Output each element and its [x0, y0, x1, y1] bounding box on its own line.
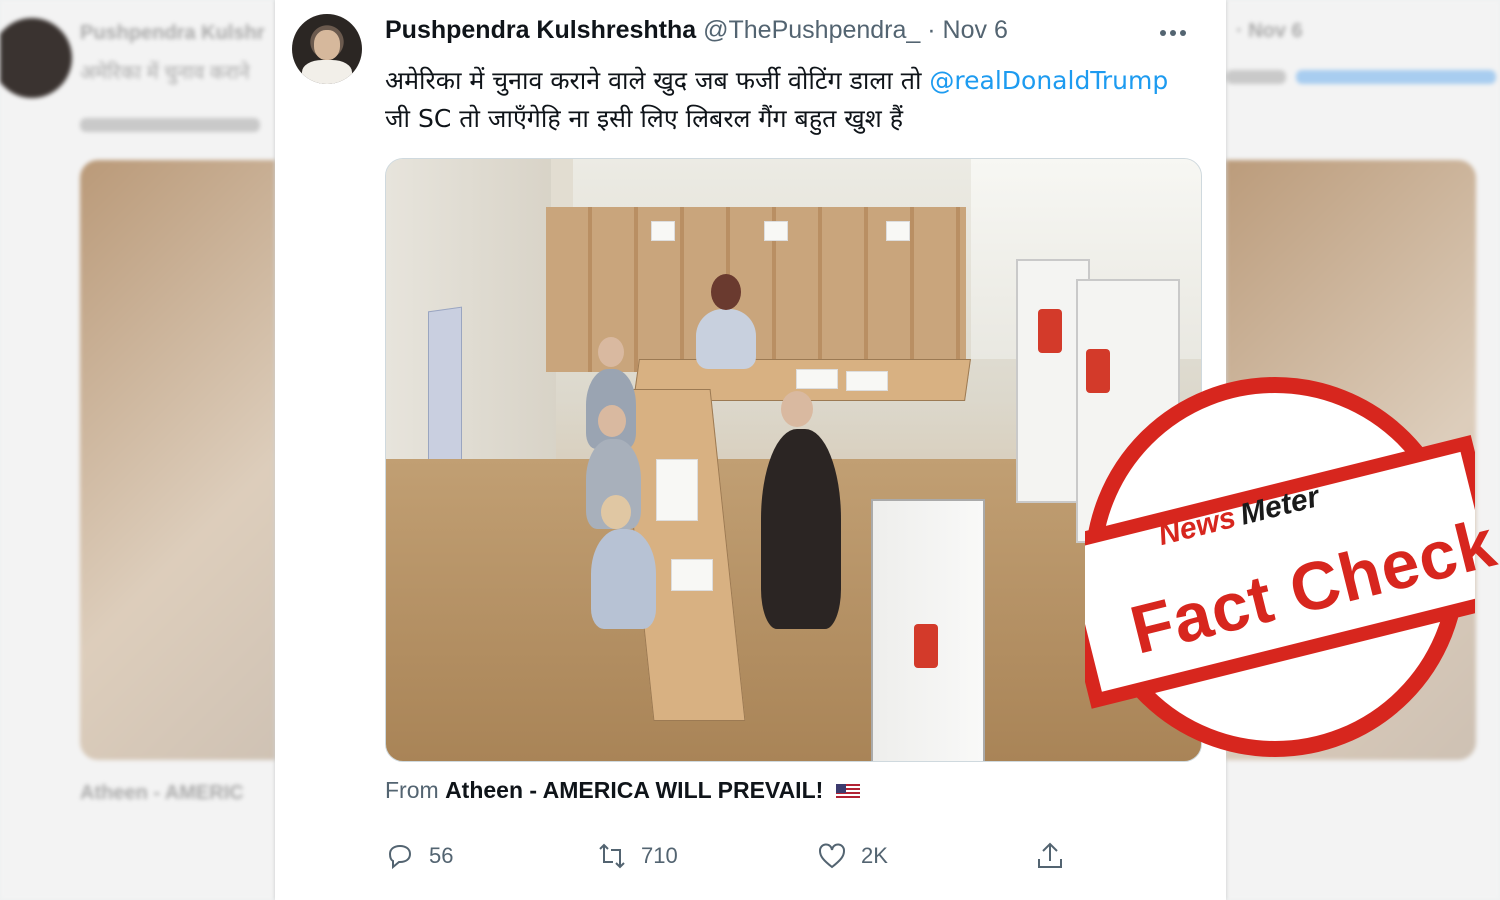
- person: [696, 309, 756, 369]
- author-name[interactable]: Pushpendra Kulshreshtha: [385, 16, 696, 44]
- tweet-actions: 56 710 2K: [385, 838, 1185, 878]
- retweet-button[interactable]: 710: [597, 838, 678, 874]
- source-prefix: From: [385, 777, 439, 803]
- tweet-header: Pushpendra Kulshreshtha @ThePushpendra_ …: [385, 16, 1008, 45]
- share-button[interactable]: [1035, 838, 1065, 874]
- background-text-line: [1226, 70, 1286, 84]
- mention-link[interactable]: @realDonaldTrump: [929, 66, 1168, 95]
- tweet-text: अमेरिका में चुनाव कराने वाले खुद जब फर्ज…: [385, 62, 1185, 138]
- background-tweet-text: अमेरिका में चुनाव कराने: [80, 62, 250, 84]
- reply-count: 56: [429, 843, 454, 868]
- source-account[interactable]: Atheen - AMERICA WILL PREVAIL!: [445, 777, 823, 803]
- tweet-card[interactable]: Pushpendra Kulshreshtha @ThePushpendra_ …: [275, 0, 1226, 900]
- author-handle[interactable]: @ThePushpendra_: [703, 16, 920, 44]
- tweet-date[interactable]: Nov 6: [943, 16, 1008, 44]
- person: [591, 529, 656, 629]
- us-flag-icon: [835, 783, 860, 800]
- background-date-text: · Nov 6: [1236, 20, 1303, 42]
- like-count: 2K: [861, 843, 888, 868]
- share-icon: [1035, 841, 1065, 871]
- person-voter: [761, 429, 841, 629]
- background-text-line: [80, 118, 260, 132]
- background-avatar: [0, 18, 72, 98]
- background-tweet-left: Pushpendra Kulshr अमेरिका में चुनाव करान…: [0, 0, 275, 900]
- more-horizontal-icon[interactable]: [1159, 18, 1187, 44]
- background-author-text: Pushpendra Kulshr: [80, 22, 265, 44]
- tweet-text-part2: जी SC तो जाएँगेहि ना इसी लिए लिबरल गैंग …: [385, 104, 903, 133]
- fact-check-stamp: NewsMeter Fact Check: [1049, 372, 1500, 762]
- background-media: [80, 160, 275, 760]
- video-source: From Atheen - AMERICA WILL PREVAIL!: [385, 777, 860, 804]
- retweet-icon: [597, 841, 627, 871]
- tweet-video[interactable]: [385, 158, 1202, 762]
- background-source-text: Atheen - AMERIC: [80, 782, 244, 804]
- tweet-text-part1: अमेरिका में चुनाव कराने वाले खुद जब फर्ज…: [385, 66, 930, 95]
- header-separator: ·: [927, 16, 936, 44]
- reply-button[interactable]: 56: [385, 838, 453, 874]
- wall-poster: [428, 306, 462, 474]
- like-button[interactable]: 2K: [817, 838, 888, 874]
- heart-icon: [817, 841, 847, 871]
- reply-icon: [385, 841, 415, 871]
- author-avatar[interactable]: [292, 14, 362, 84]
- retweet-count: 710: [641, 843, 678, 868]
- background-mention-line: [1296, 70, 1496, 84]
